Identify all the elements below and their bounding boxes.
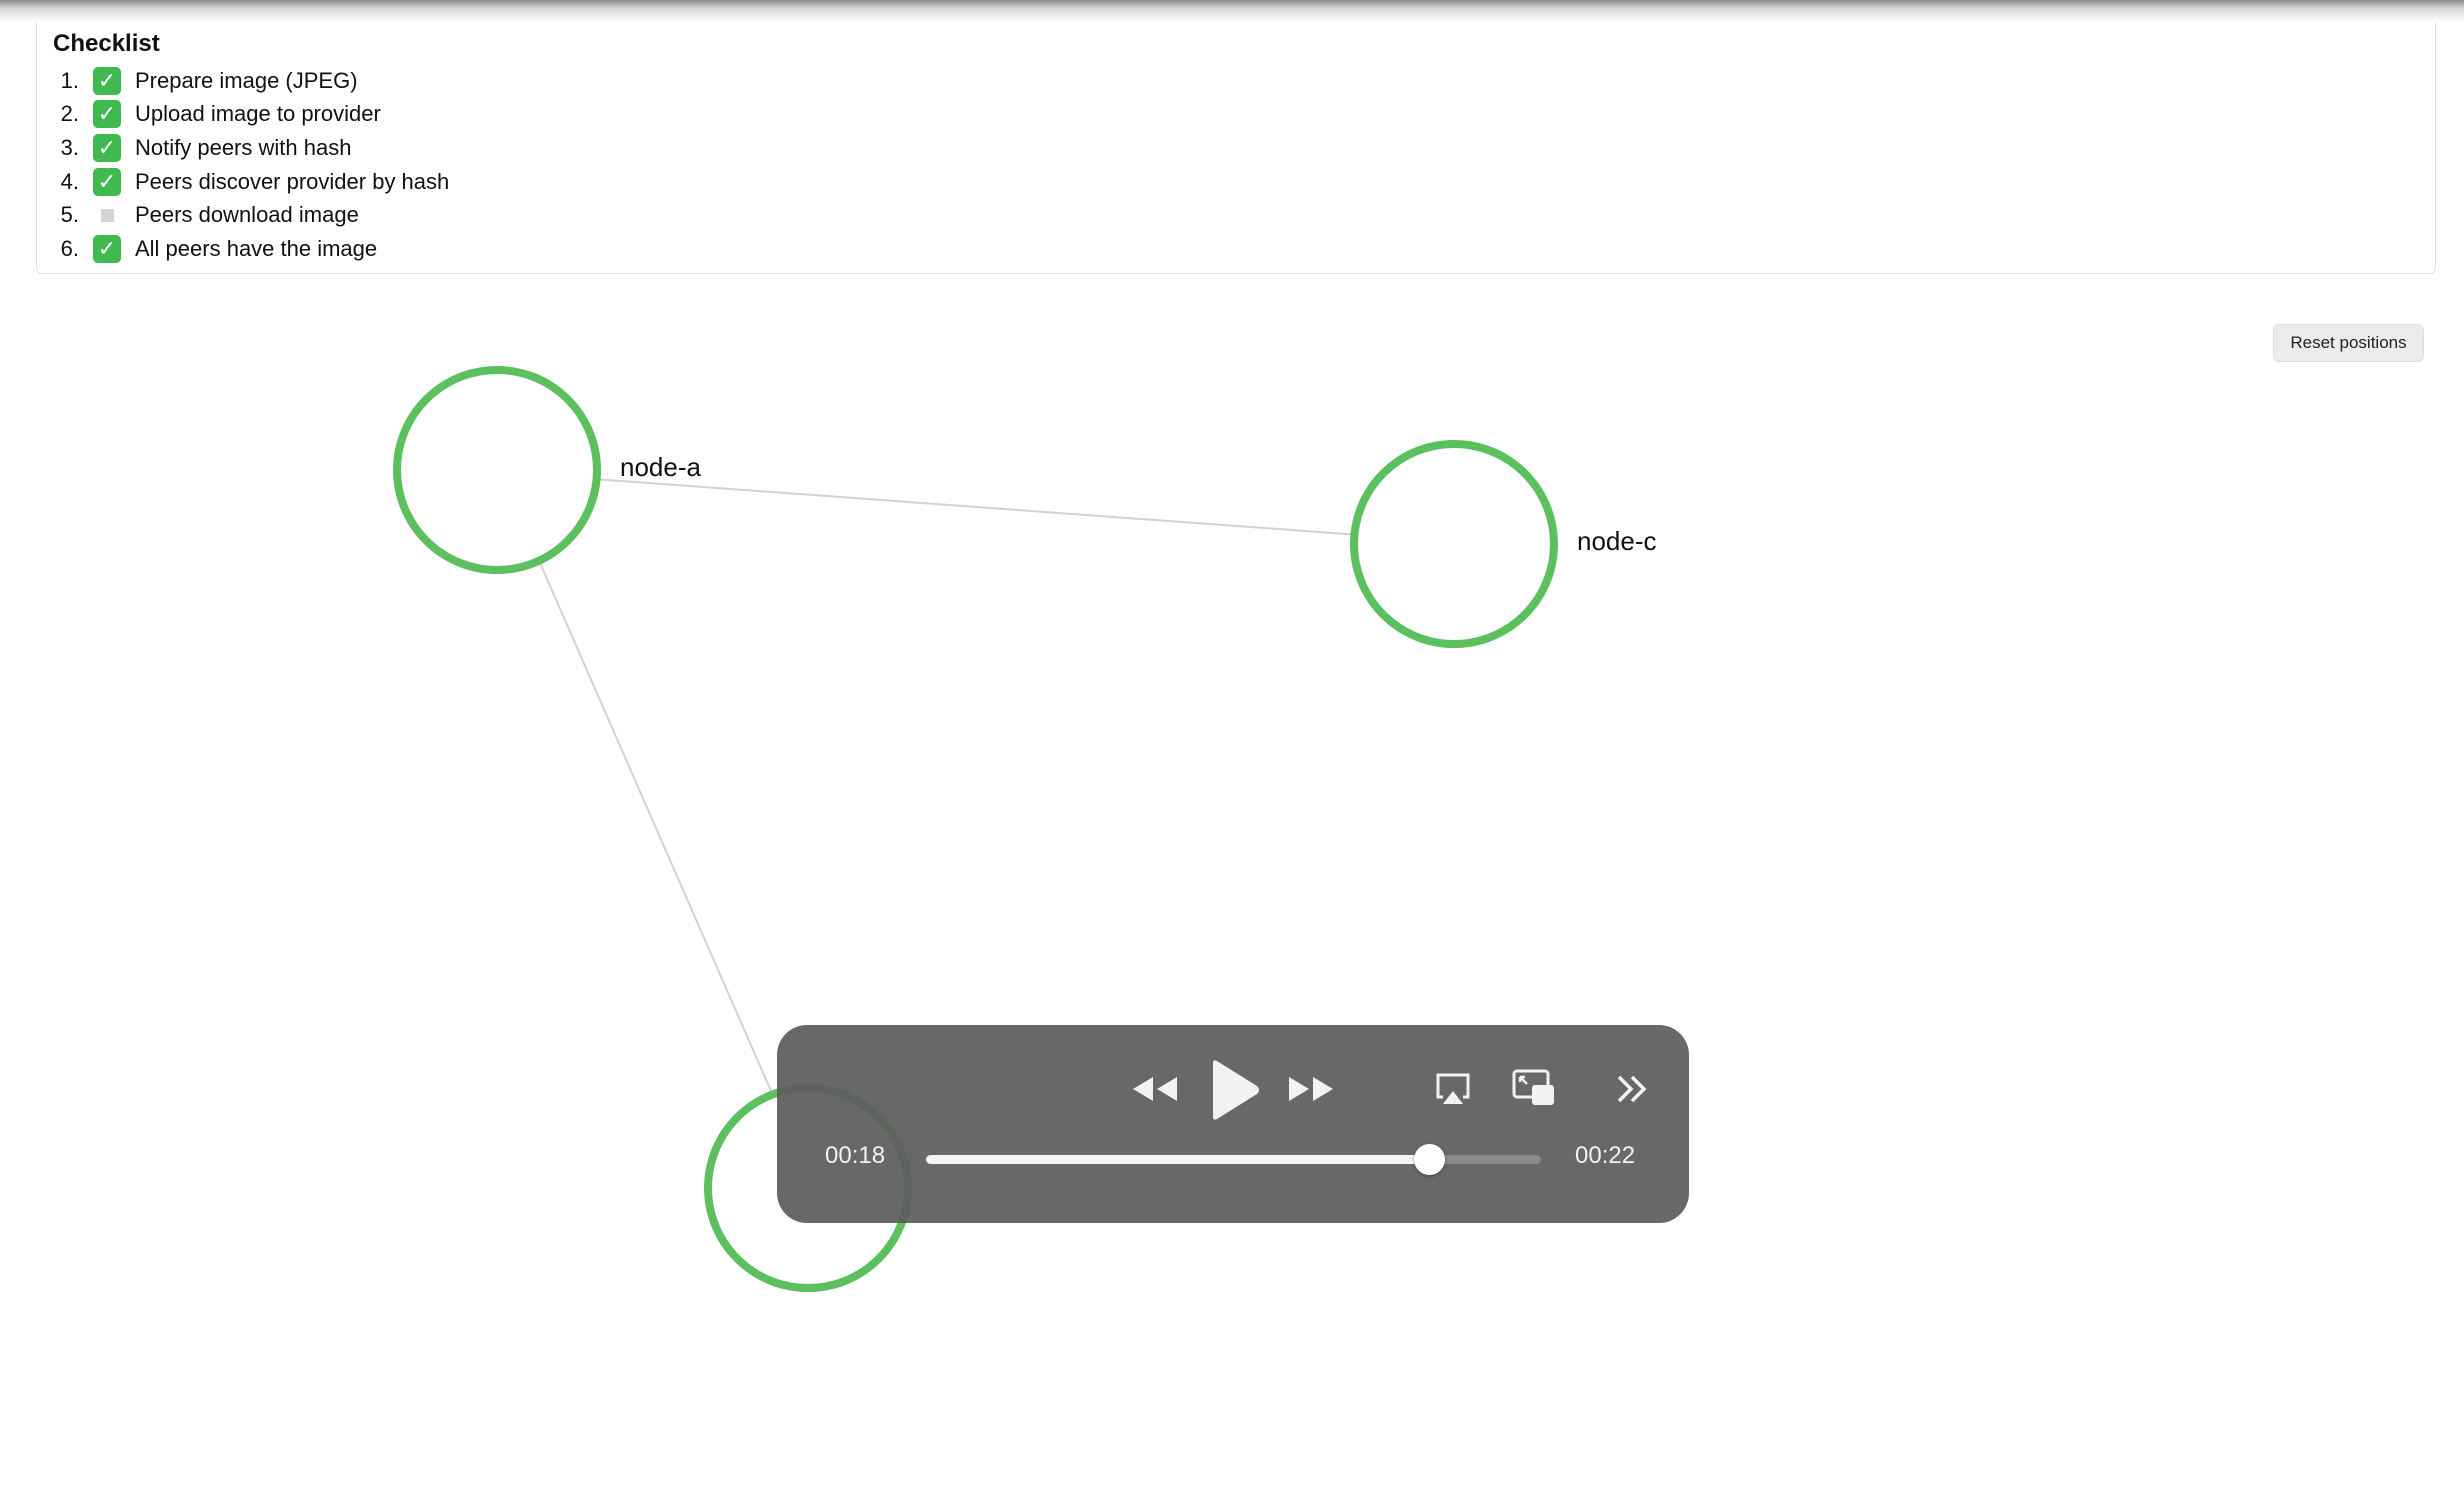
play-icon[interactable] xyxy=(1209,1059,1261,1121)
node-c[interactable] xyxy=(1350,440,1558,648)
node-a[interactable] xyxy=(393,366,601,574)
seek-bar[interactable] xyxy=(926,1144,1541,1175)
seek-bar-progress xyxy=(926,1155,1430,1164)
picture-in-picture-icon[interactable] xyxy=(1512,1069,1556,1107)
node-c-label: node-c xyxy=(1577,526,1657,556)
node-a-label: node-a xyxy=(620,452,701,482)
current-time: 00:18 xyxy=(825,1142,886,1169)
video-player-controls: 00:18 00:22 xyxy=(777,1025,1689,1223)
seek-bar-knob[interactable] xyxy=(1413,1144,1445,1175)
airplay-icon[interactable] xyxy=(1435,1071,1471,1107)
duration: 00:22 xyxy=(1575,1142,1636,1169)
fast-forward-icon[interactable] xyxy=(1287,1073,1335,1105)
network-graph xyxy=(393,366,1558,1292)
rewind-icon[interactable] xyxy=(1131,1073,1179,1105)
edge-a-b xyxy=(539,562,776,1101)
more-controls-icon[interactable] xyxy=(1615,1075,1649,1103)
edge-a-c xyxy=(579,477,1361,536)
